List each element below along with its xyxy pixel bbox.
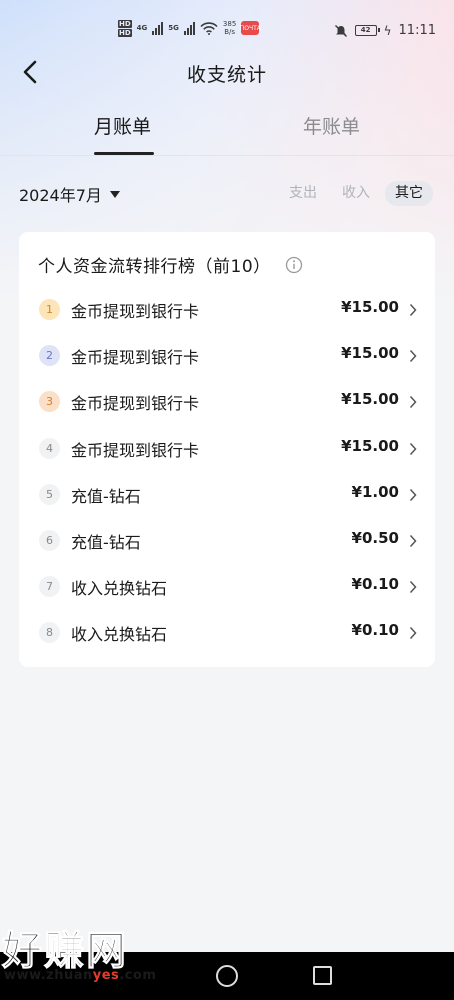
app-header: 收支统计 [0, 52, 454, 92]
recent-apps-button[interactable] [313, 966, 332, 985]
item-name: 金币提现到银行卡 [71, 302, 200, 321]
rank-badge: 2 [39, 345, 60, 367]
rank-badge: 8 [39, 622, 60, 644]
list-item[interactable]: 2 金币提现到银行卡 ¥15.00 [19, 333, 435, 379]
chevron-right-icon [409, 627, 417, 640]
charging-icon: ϟ [383, 23, 392, 38]
network-type-2: 5G [168, 24, 179, 32]
item-name: 金币提现到银行卡 [71, 440, 200, 460]
item-name: 充值-钻石 [71, 532, 141, 552]
hd-indicator: HD HD [118, 19, 132, 37]
page-title: 收支统计 [186, 64, 267, 86]
info-icon[interactable] [285, 256, 303, 274]
item-name: 充值-钻石 [71, 486, 141, 506]
tab-year[interactable]: 年账单 [303, 112, 360, 139]
filter-row: 2024年7月 支出 收入 其它 [0, 174, 454, 212]
bill-tabs: 月账单 年账单 [0, 106, 454, 156]
list-item[interactable]: 8 收入兑换钻石 ¥0.10 [19, 610, 435, 656]
rank-badge: 3 [39, 391, 60, 413]
month-selector[interactable]: 2024年7月 [19, 182, 120, 206]
segment-expense[interactable]: 支出 [287, 181, 319, 206]
ranking-card: 个人资金流转排行榜（前10） 1 金币提现到银行卡 ¥15.00 2 金币提现到… [19, 232, 435, 667]
rank-badge: 4 [39, 437, 60, 459]
home-button[interactable] [216, 965, 238, 987]
status-left: HD HD 4G 5G 385 B/s ПОЧТА [118, 19, 261, 37]
rank-badge: 1 [39, 299, 60, 320]
speed-value: 385 [222, 20, 237, 28]
chevron-right-icon [409, 303, 417, 317]
month-label: 2024年7月 [19, 186, 102, 205]
item-amount: ¥0.50 [351, 528, 399, 547]
watermark-url-accent: yes [92, 968, 120, 983]
watermark-url-suffix: .com [119, 968, 157, 983]
item-name: 金币提现到银行卡 [71, 394, 200, 414]
chevron-right-icon [409, 581, 417, 594]
tab-month[interactable]: 月账单 [94, 112, 151, 139]
chevron-right-icon [409, 350, 417, 363]
watermark-url-prefix: www.zhuan [4, 968, 93, 983]
list-item[interactable]: 1 金币提现到银行卡 ¥15.00 [19, 287, 435, 333]
watermark-url: www.zhuanyes.com [4, 968, 156, 983]
site-watermark: 好赚网 www.zhuanyes.com [0, 918, 200, 988]
signal-icon [152, 21, 164, 35]
divider [0, 155, 454, 156]
list-item[interactable]: 6 充值-钻石 ¥0.50 [19, 518, 435, 564]
signal-icon [183, 21, 195, 35]
item-amount: ¥15.00 [341, 298, 399, 316]
chevron-right-icon [409, 396, 417, 409]
status-right: 42 ϟ 11:11 [334, 23, 436, 38]
item-amount: ¥0.10 [351, 621, 399, 640]
rank-badge: 6 [39, 529, 60, 551]
item-name: 收入兑换钻石 [71, 625, 168, 645]
item-name: 金币提现到银行卡 [71, 348, 200, 368]
network-speed: 385 B/s [223, 20, 236, 36]
list-item[interactable]: 4 金币提现到银行卡 ¥15.00 [19, 426, 435, 472]
item-amount: ¥0.10 [351, 575, 399, 594]
segment-income[interactable]: 收入 [340, 181, 372, 206]
hd-label-2: HD [118, 28, 132, 37]
speed-unit: B/s [224, 28, 236, 36]
rank-badge: 7 [39, 576, 60, 598]
clock: 11:11 [398, 23, 436, 38]
app-notification-icon: ПОЧТА [240, 21, 261, 35]
segment-other[interactable]: 其它 [385, 181, 433, 206]
list-item[interactable]: 3 金币提现到银行卡 ¥15.00 [19, 379, 435, 425]
chevron-right-icon [409, 488, 417, 501]
item-amount: ¥15.00 [341, 390, 399, 409]
list-item[interactable]: 5 充值-钻石 ¥1.00 [19, 472, 435, 518]
ranking-list: 1 金币提现到银行卡 ¥15.00 2 金币提现到银行卡 ¥15.00 3 金币… [19, 287, 435, 657]
list-item[interactable]: 7 收入兑换钻石 ¥0.10 [19, 564, 435, 610]
item-amount: ¥15.00 [341, 436, 399, 455]
chevron-right-icon [409, 534, 417, 547]
hd-label-1: HD [118, 19, 132, 28]
item-amount: ¥15.00 [341, 344, 399, 363]
item-name: 收入兑换钻石 [71, 579, 168, 599]
network-type-1: 4G [136, 24, 148, 32]
item-amount: ¥1.00 [351, 482, 399, 501]
mute-bell-icon [334, 24, 347, 37]
caret-down-icon [109, 190, 120, 198]
wifi-icon [200, 21, 218, 35]
card-header: 个人资金流转排行榜（前10） [38, 252, 303, 277]
rank-badge: 5 [39, 483, 60, 505]
ranking-title: 个人资金流转排行榜（前10） [38, 257, 271, 277]
battery-icon: 42 [354, 25, 380, 36]
chevron-right-icon [409, 442, 417, 455]
